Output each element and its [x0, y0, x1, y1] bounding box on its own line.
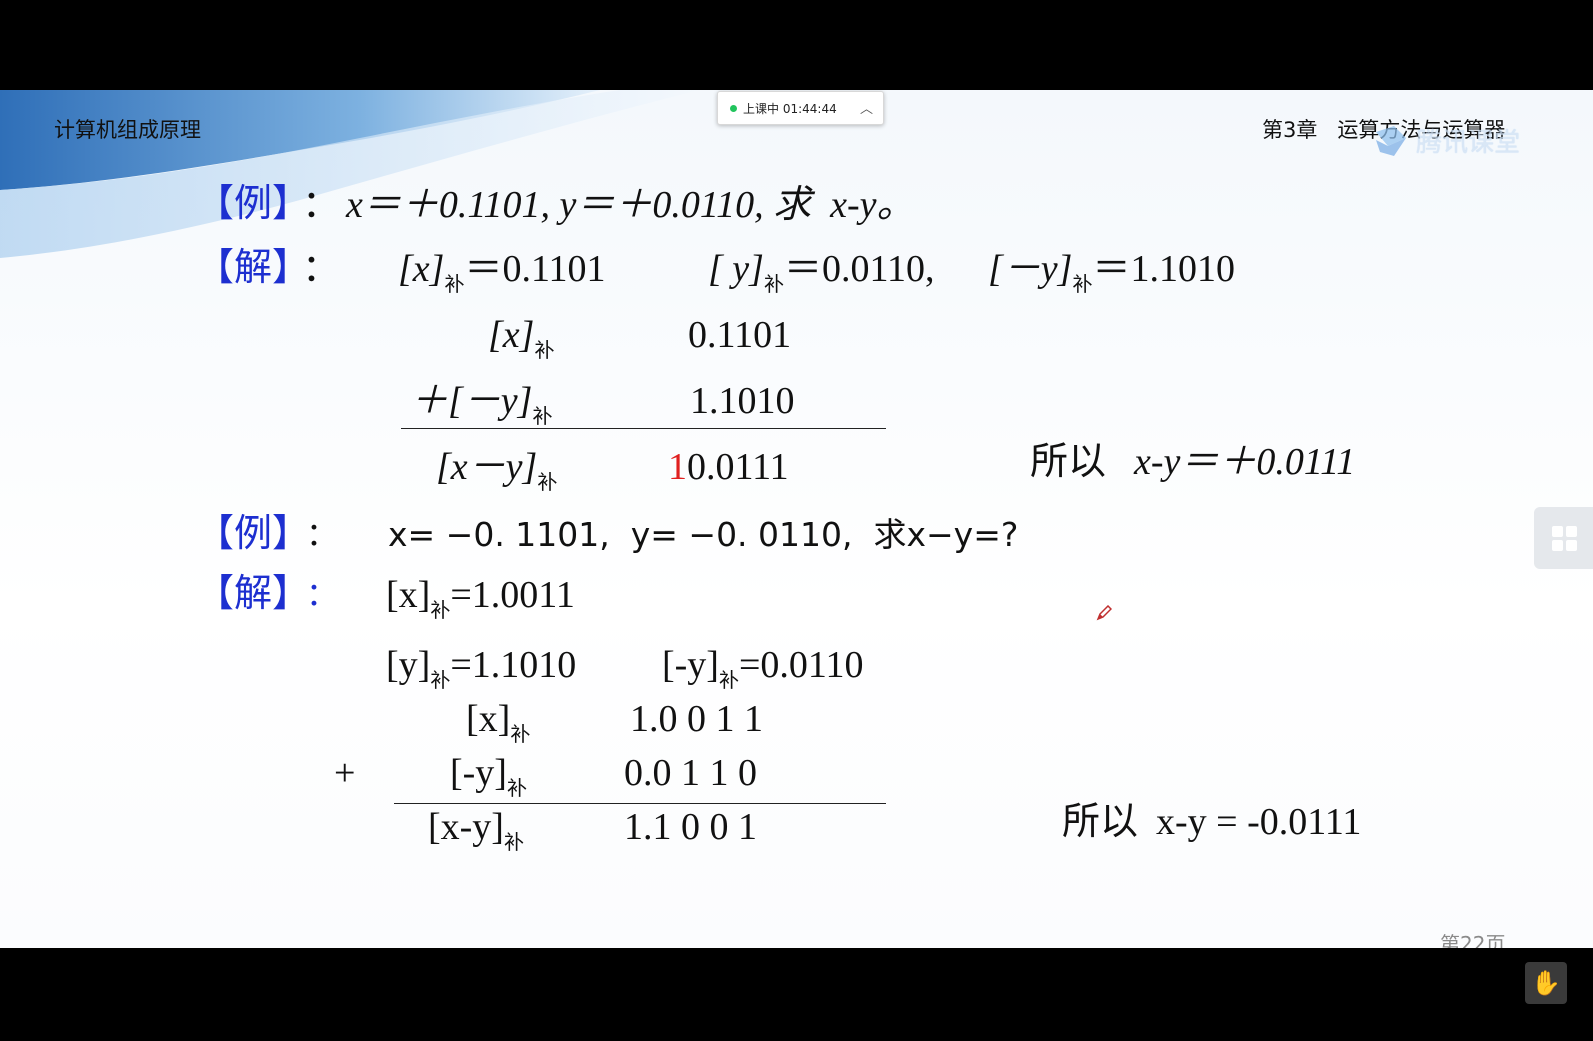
negy-complement-value: =0.0110 [738, 644, 864, 686]
complement-subscript: 补 [1072, 274, 1093, 296]
example2-row-2-value: 0.0 1 1 0 [624, 752, 757, 794]
row-label-text: [x] [488, 314, 535, 356]
complement-subscript: 补 [718, 670, 739, 692]
carry-bit: 1 [668, 446, 687, 488]
x-complement-label: [x] [386, 574, 431, 616]
example2-row-1-label: [x]补 [466, 700, 530, 745]
negy-complement-label: [-y] [662, 644, 719, 686]
example2-question: x= −0. 1101, y= −0. 0110, 求x−y=? [388, 515, 1019, 554]
addition-result-label: [x－y]补 [436, 448, 557, 493]
example-colon: ： [302, 184, 341, 226]
x-complement-value: =1.0011 [450, 574, 575, 616]
example2-row-2-label: [-y]补 [450, 754, 527, 799]
addition-result-value: 10.0111 [668, 448, 789, 486]
tencent-classroom-logo-icon [1376, 125, 1406, 156]
example2-y-complement: [y]补=1.1010 [386, 646, 576, 691]
live-dot-icon [730, 104, 737, 112]
example1-conclusion: 所以 x-y＝＋0.0111 [1030, 442, 1355, 481]
sum-divider-line [394, 803, 886, 804]
slide: 计算机组成原理 第3章 运算方法与运算器 腾讯课堂 上课中 01:44:44 ︿… [0, 90, 1593, 948]
complement-subscript: 补 [537, 472, 558, 494]
addition-row-1-value: 0.1101 [688, 314, 792, 356]
video-bottom-bar [0, 948, 1593, 1041]
y-complement-label: [ y] [708, 248, 764, 290]
complement-subscript: 补 [534, 340, 555, 362]
class-status-text: 上课中 01:44:44 [743, 101, 837, 116]
example2-result-label: [x-y]补 [428, 808, 524, 853]
watermark-text: 腾讯课堂 [1416, 128, 1521, 158]
tencent-classroom-watermark: 腾讯课堂 [1372, 122, 1520, 159]
row-label-text: [-y] [450, 752, 507, 794]
x-complement-value: ＝0.1101 [464, 248, 606, 290]
class-status-indicator[interactable]: 上课中 01:44:44 ︿ [717, 91, 884, 125]
complement-subscript: 补 [763, 274, 784, 296]
result-digits: 0.0111 [687, 446, 789, 488]
example-label: 【例】 [196, 181, 311, 225]
example1-x-complement: [x]补＝0.1101 [398, 250, 606, 295]
addition-row-2-value: 1.1010 [690, 380, 795, 422]
solution-label: 【解】 [196, 245, 311, 289]
pen-cursor-icon [1096, 605, 1112, 621]
addition-row-2-label: ＋[－y]补 [410, 382, 552, 427]
example-colon: ： [306, 515, 339, 553]
raise-hand-icon[interactable]: ✋ [1525, 962, 1567, 1004]
solution-colon: ： [306, 575, 339, 613]
y-complement-value: ＝0.0110, [783, 248, 935, 290]
example2-result-value: 1.1 0 0 1 [624, 806, 757, 848]
complement-subscript: 补 [430, 670, 451, 692]
complement-subscript: 补 [430, 600, 451, 622]
complement-subscript: 补 [506, 778, 527, 800]
example2-x-complement: [x]补=1.0011 [386, 576, 575, 621]
y-complement-label: [y] [386, 644, 431, 686]
example2-row-1-value: 1.0 0 1 1 [630, 698, 763, 740]
negy-complement-label: [－y] [988, 248, 1073, 290]
solution-label: 【解】 [196, 571, 311, 615]
page-number: 第22页 [1440, 932, 1506, 948]
complement-subscript: 补 [532, 406, 553, 428]
y-complement-value: =1.1010 [450, 644, 577, 686]
sum-divider-line [401, 428, 886, 429]
complement-subscript: 补 [510, 724, 531, 746]
negy-complement-value: ＝1.1010 [1092, 248, 1235, 290]
example2-conclusion: 所以 x-y = -0.0111 [1062, 802, 1361, 841]
example1-y-complement: [ y]补＝0.0110, [708, 250, 935, 295]
chevron-up-icon[interactable]: ︿ [860, 98, 873, 117]
video-top-bar [0, 0, 1593, 90]
example1-negy-complement: [－y]补＝1.1010 [988, 250, 1235, 295]
row-label-text: [x－y] [436, 446, 538, 488]
solution-colon: ： [302, 248, 341, 290]
row-label-text: ＋[－y] [410, 380, 533, 422]
complement-subscript: 补 [444, 274, 465, 296]
plus-sign: + [334, 752, 356, 794]
example-label: 【例】 [196, 511, 311, 555]
example1-question: x＝＋0.1101, y＝＋0.0110, 求 x-y。 [346, 184, 915, 226]
x-complement-label: [x] [398, 248, 445, 290]
conclusion-text: x-y＝＋0.0111 [1134, 441, 1356, 483]
conclusion-text: x-y = -0.0111 [1156, 801, 1362, 843]
conclusion-prefix: 所以 [1030, 439, 1107, 483]
example2-negy-complement: [-y]补=0.0110 [662, 646, 864, 691]
row-label-text: [x-y] [428, 806, 504, 848]
addition-row-1-label: [x]补 [488, 316, 554, 361]
complement-subscript: 补 [503, 832, 524, 854]
side-panel-toggle[interactable] [1534, 507, 1593, 569]
course-title: 计算机组成原理 [54, 118, 201, 142]
conclusion-prefix: 所以 [1062, 799, 1139, 843]
grid-icon [1552, 526, 1577, 551]
row-label-text: [x] [466, 698, 511, 740]
